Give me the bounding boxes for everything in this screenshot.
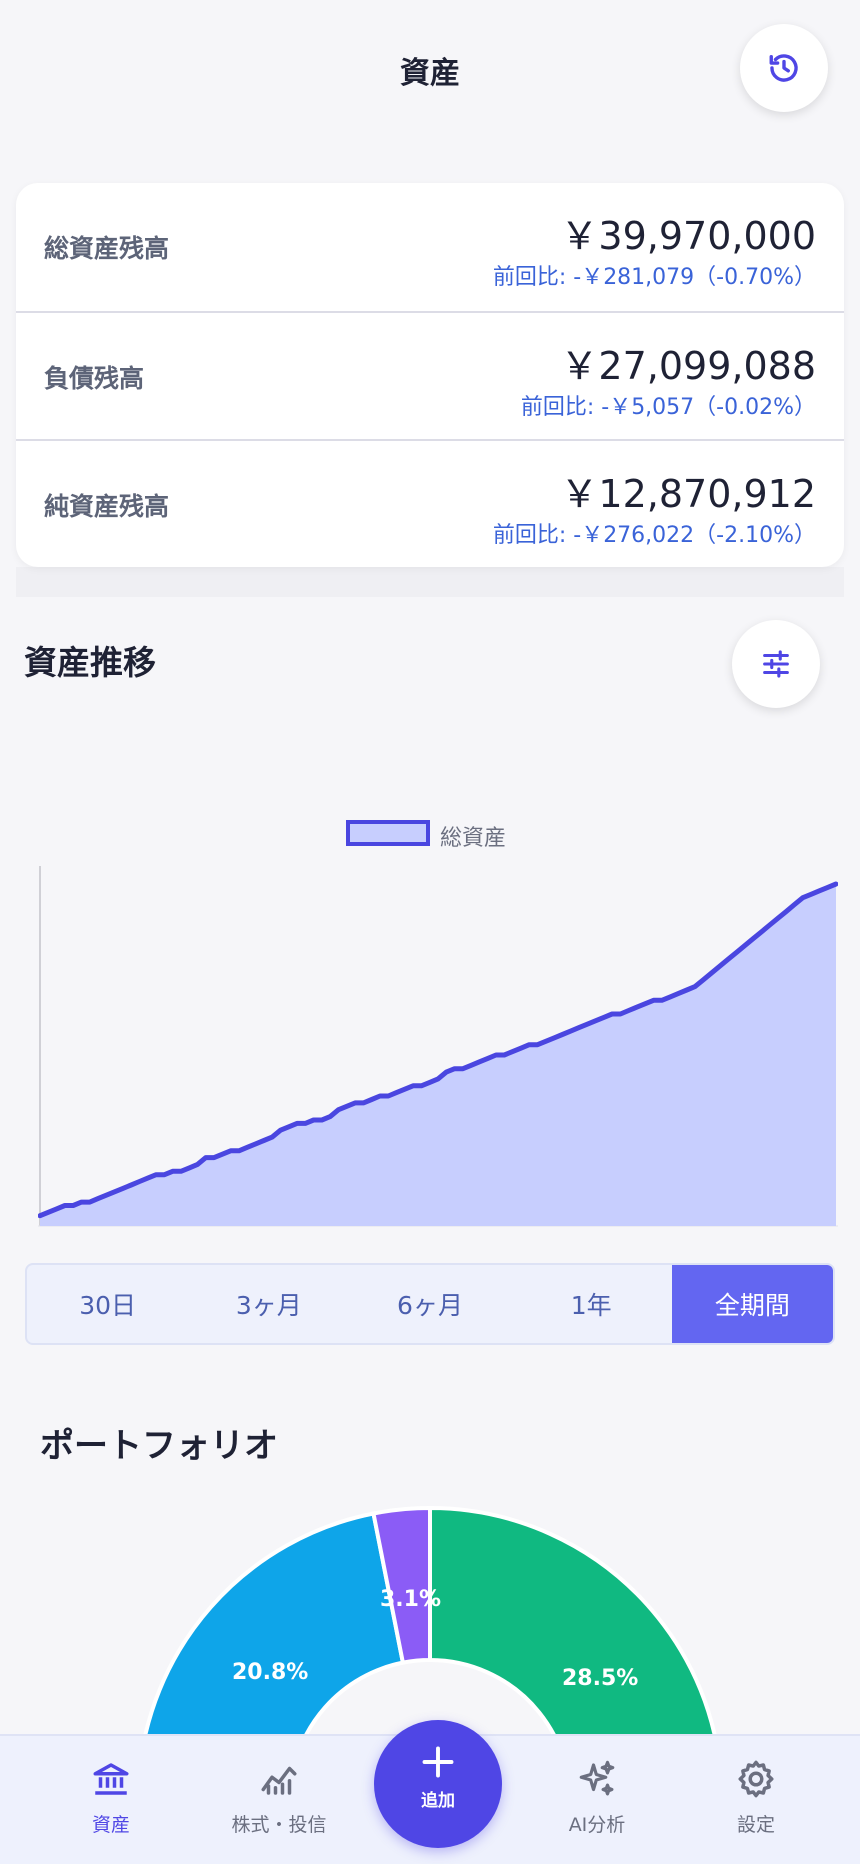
period-3m[interactable]: 3ヶ月 [188,1265,349,1343]
tab-assets[interactable]: 資産 [36,1758,186,1848]
sparkles-icon [579,1760,615,1796]
liabilities-label: 負債残高 [44,364,145,393]
tab-assets-label: 資産 [91,1814,130,1836]
total-assets-change: 前回比: -￥281,079（-0.70%） [492,265,816,290]
portfolio-slice-3-label: 3.1% [380,1587,442,1612]
page-title: 資産 [400,56,460,91]
asset-trend-chart[interactable] [38,866,838,1228]
tab-stocks-funds-label: 株式・投信 [231,1814,327,1836]
trend-section-title: 資産推移 [24,643,156,682]
liabilities-change: 前回比: -￥5,057（-0.02%） [520,395,816,420]
legend-swatch [346,820,430,846]
chart-filter-button[interactable] [732,620,820,708]
net-assets-change: 前回比: -￥276,022（-2.10%） [492,523,816,548]
gear-icon [738,1760,774,1798]
tab-ai-analysis[interactable]: AI分析 [522,1758,672,1848]
plus-icon [422,1746,454,1778]
portfolio-section-title: ポートフォリオ [40,1426,278,1466]
total-assets-row[interactable]: 総資産残高 ￥39,970,000 前回比: -￥281,079（-0.70%） [16,183,844,311]
total-assets-value: ￥39,970,000 [560,214,816,258]
portfolio-donut-chart[interactable] [0,1500,860,1734]
period-all[interactable]: 全期間 [671,1265,833,1343]
total-assets-label: 総資産残高 [44,234,170,263]
app-header: 資産 [0,0,860,140]
portfolio-slice-1[interactable] [428,1505,722,1734]
tab-ai-analysis-label: AI分析 [568,1814,626,1836]
tab-stocks-funds[interactable]: 株式・投信 [204,1758,354,1848]
history-button[interactable] [740,24,828,112]
period-1y[interactable]: 1年 [511,1265,672,1343]
balance-summary-card: 総資産残高 ￥39,970,000 前回比: -￥281,079（-0.70%）… [16,183,844,567]
period-selector: 30日 3ヶ月 6ヶ月 1年 全期間 [25,1263,835,1345]
legend-label: 総資産 [440,826,507,851]
net-assets-label: 純資産残高 [44,492,170,521]
chart-legend[interactable]: 総資産 [0,818,860,851]
tab-settings-label: 設定 [736,1814,775,1836]
tab-settings[interactable]: 設定 [681,1758,831,1848]
history-icon [769,54,798,82]
bank-icon [93,1763,129,1795]
portfolio-slice-2-label: 20.8% [232,1660,309,1685]
liabilities-value: ￥27,099,088 [560,344,816,388]
portfolio-slice-1-label: 28.5% [562,1666,639,1691]
period-6m[interactable]: 6ヶ月 [349,1265,510,1343]
portfolio-slice-2[interactable] [139,1511,406,1734]
liabilities-row[interactable]: 負債残高 ￥27,099,088 前回比: -￥5,057（-0.02%） [16,311,844,439]
summary-card-shadow [16,567,844,597]
sliders-icon [763,650,789,678]
add-button-label: 追加 [421,1791,455,1811]
stock-chart-icon [261,1766,297,1795]
add-button[interactable]: 追加 [374,1720,502,1848]
net-assets-row[interactable]: 純資産残高 ￥12,870,912 前回比: -￥276,022（-2.10%） [16,439,844,567]
period-30d[interactable]: 30日 [27,1265,188,1343]
net-assets-value: ￥12,870,912 [560,472,816,516]
